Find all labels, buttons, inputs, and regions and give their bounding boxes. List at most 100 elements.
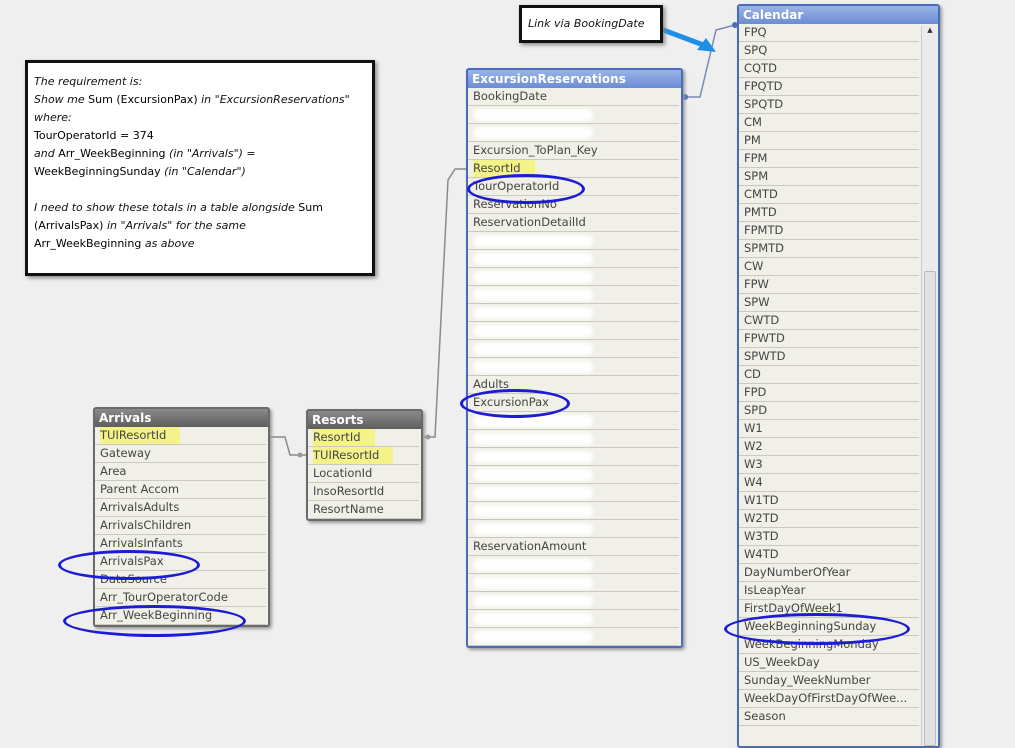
field-row[interactable]: Season (739, 708, 919, 726)
field-row[interactable]: US_WeekDay (739, 654, 919, 672)
field-row[interactable]: FPWTD (739, 330, 919, 348)
field-row[interactable]: W2TD (739, 510, 919, 528)
field-row[interactable] (468, 448, 679, 466)
field-row[interactable] (468, 412, 679, 430)
field-row[interactable]: ReservationNo (468, 196, 679, 214)
scroll-up-icon[interactable]: ▲ (922, 26, 938, 34)
field-row[interactable]: CW (739, 258, 919, 276)
field-row[interactable] (468, 232, 679, 250)
field-row[interactable]: W4TD (739, 546, 919, 564)
field-row[interactable]: W3 (739, 456, 919, 474)
field-row[interactable] (468, 466, 679, 484)
field-row[interactable]: CD (739, 366, 919, 384)
field-row[interactable]: Sunday_WeekNumber (739, 672, 919, 690)
field-row[interactable] (468, 628, 679, 646)
field-row[interactable]: Adults (468, 376, 679, 394)
table-title[interactable]: Calendar (739, 6, 938, 24)
field-row[interactable]: SPMTD (739, 240, 919, 258)
field-row[interactable]: SPD (739, 402, 919, 420)
field-row[interactable] (468, 592, 679, 610)
field-row[interactable]: FPQTD (739, 78, 919, 96)
field-row[interactable] (468, 286, 679, 304)
field-row[interactable]: CMTD (739, 186, 919, 204)
field-row[interactable]: PM (739, 132, 919, 150)
field-row[interactable]: SPM (739, 168, 919, 186)
field-row[interactable]: LocationId (308, 465, 419, 483)
scrollbar[interactable]: ▲ (921, 26, 938, 746)
field-row[interactable] (468, 358, 679, 376)
field-row[interactable] (468, 124, 679, 142)
field-row[interactable]: FPMTD (739, 222, 919, 240)
field-row[interactable] (468, 484, 679, 502)
field-row[interactable]: ResortName (308, 501, 419, 519)
table-arrivals[interactable]: Arrivals TUIResortId Gateway Area Parent Acc… (93, 407, 270, 627)
field-row[interactable] (468, 610, 679, 628)
field-row[interactable]: Arr_TourOperatorCode (95, 589, 266, 607)
table-resorts[interactable]: Resorts ResortId TUIResortId LocationId Inso… (306, 409, 423, 521)
field-row[interactable]: W1 (739, 420, 919, 438)
field-row[interactable] (468, 340, 679, 358)
field-row[interactable] (468, 250, 679, 268)
table-title[interactable]: Resorts (308, 411, 421, 429)
field-row[interactable]: FPQ (739, 24, 919, 42)
field-row[interactable] (468, 430, 679, 448)
field-name: ResortId (313, 429, 375, 446)
field-row[interactable]: ArrivalsChildren (95, 517, 266, 535)
field-row[interactable]: WeekBeginningSunday (739, 618, 919, 636)
field-row[interactable] (468, 556, 679, 574)
field-name: W4TD (744, 547, 779, 561)
field-row[interactable]: ResortId (308, 429, 419, 447)
field-row[interactable]: ArrivalsAdults (95, 499, 266, 517)
field-row[interactable]: ExcursionPax (468, 394, 679, 412)
field-row[interactable] (468, 268, 679, 286)
field-name: CD (744, 367, 761, 381)
field-row[interactable]: ReservationDetailId (468, 214, 679, 232)
field-row[interactable]: BookingDate (468, 88, 679, 106)
field-row[interactable]: W1TD (739, 492, 919, 510)
field-row[interactable]: InsoResortId (308, 483, 419, 501)
field-row[interactable]: Parent Accom (95, 481, 266, 499)
field-row[interactable] (468, 520, 679, 538)
field-row[interactable]: CM (739, 114, 919, 132)
field-row[interactable]: WeekDayOfFirstDayOfWee... (739, 690, 919, 708)
table-title[interactable]: ExcursionReservations (468, 70, 681, 88)
field-row[interactable]: ArrivalsPax (95, 553, 266, 571)
field-row[interactable]: Gateway (95, 445, 266, 463)
field-row[interactable]: ReservationAmount (468, 538, 679, 556)
field-row[interactable] (468, 502, 679, 520)
field-row[interactable] (468, 322, 679, 340)
field-row[interactable]: WeekBeginningMonday (739, 636, 919, 654)
field-row[interactable]: DataSource (95, 571, 266, 589)
field-row[interactable] (468, 106, 679, 124)
field-row[interactable]: FPW (739, 276, 919, 294)
field-row[interactable]: TourOperatorId (468, 178, 679, 196)
field-row[interactable]: ArrivalsInfants (95, 535, 266, 553)
field-row[interactable]: PMTD (739, 204, 919, 222)
scrollbar-thumb[interactable] (924, 271, 936, 746)
field-row[interactable]: Arr_WeekBeginning (95, 607, 266, 625)
field-row[interactable]: CQTD (739, 60, 919, 78)
field-row[interactable]: TUIResortId (308, 447, 419, 465)
field-row[interactable]: FirstDayOfWeek1 (739, 600, 919, 618)
field-row[interactable]: CWTD (739, 312, 919, 330)
field-row[interactable]: W3TD (739, 528, 919, 546)
field-row[interactable]: Area (95, 463, 266, 481)
field-row[interactable]: IsLeapYear (739, 582, 919, 600)
field-row[interactable]: W4 (739, 474, 919, 492)
field-row[interactable]: SPQ (739, 42, 919, 60)
field-row[interactable]: FPD (739, 384, 919, 402)
table-title[interactable]: Arrivals (95, 409, 268, 427)
field-row[interactable]: SPWTD (739, 348, 919, 366)
table-excursion-reservations[interactable]: ExcursionReservations BookingDate Excursio… (466, 68, 683, 648)
field-row[interactable]: W2 (739, 438, 919, 456)
field-row[interactable]: TUIResortId (95, 427, 266, 445)
field-row[interactable]: ResortId (468, 160, 679, 178)
field-row[interactable] (468, 574, 679, 592)
field-row[interactable]: DayNumberOfYear (739, 564, 919, 582)
field-row[interactable]: SPW (739, 294, 919, 312)
field-row[interactable]: FPM (739, 150, 919, 168)
field-row[interactable] (468, 304, 679, 322)
field-row[interactable]: Excursion_ToPlan_Key (468, 142, 679, 160)
field-row[interactable]: SPQTD (739, 96, 919, 114)
table-calendar[interactable]: Calendar FPQ SPQ CQTD FPQTD SPQTD CM PM FPM SPM CM… (737, 4, 940, 748)
